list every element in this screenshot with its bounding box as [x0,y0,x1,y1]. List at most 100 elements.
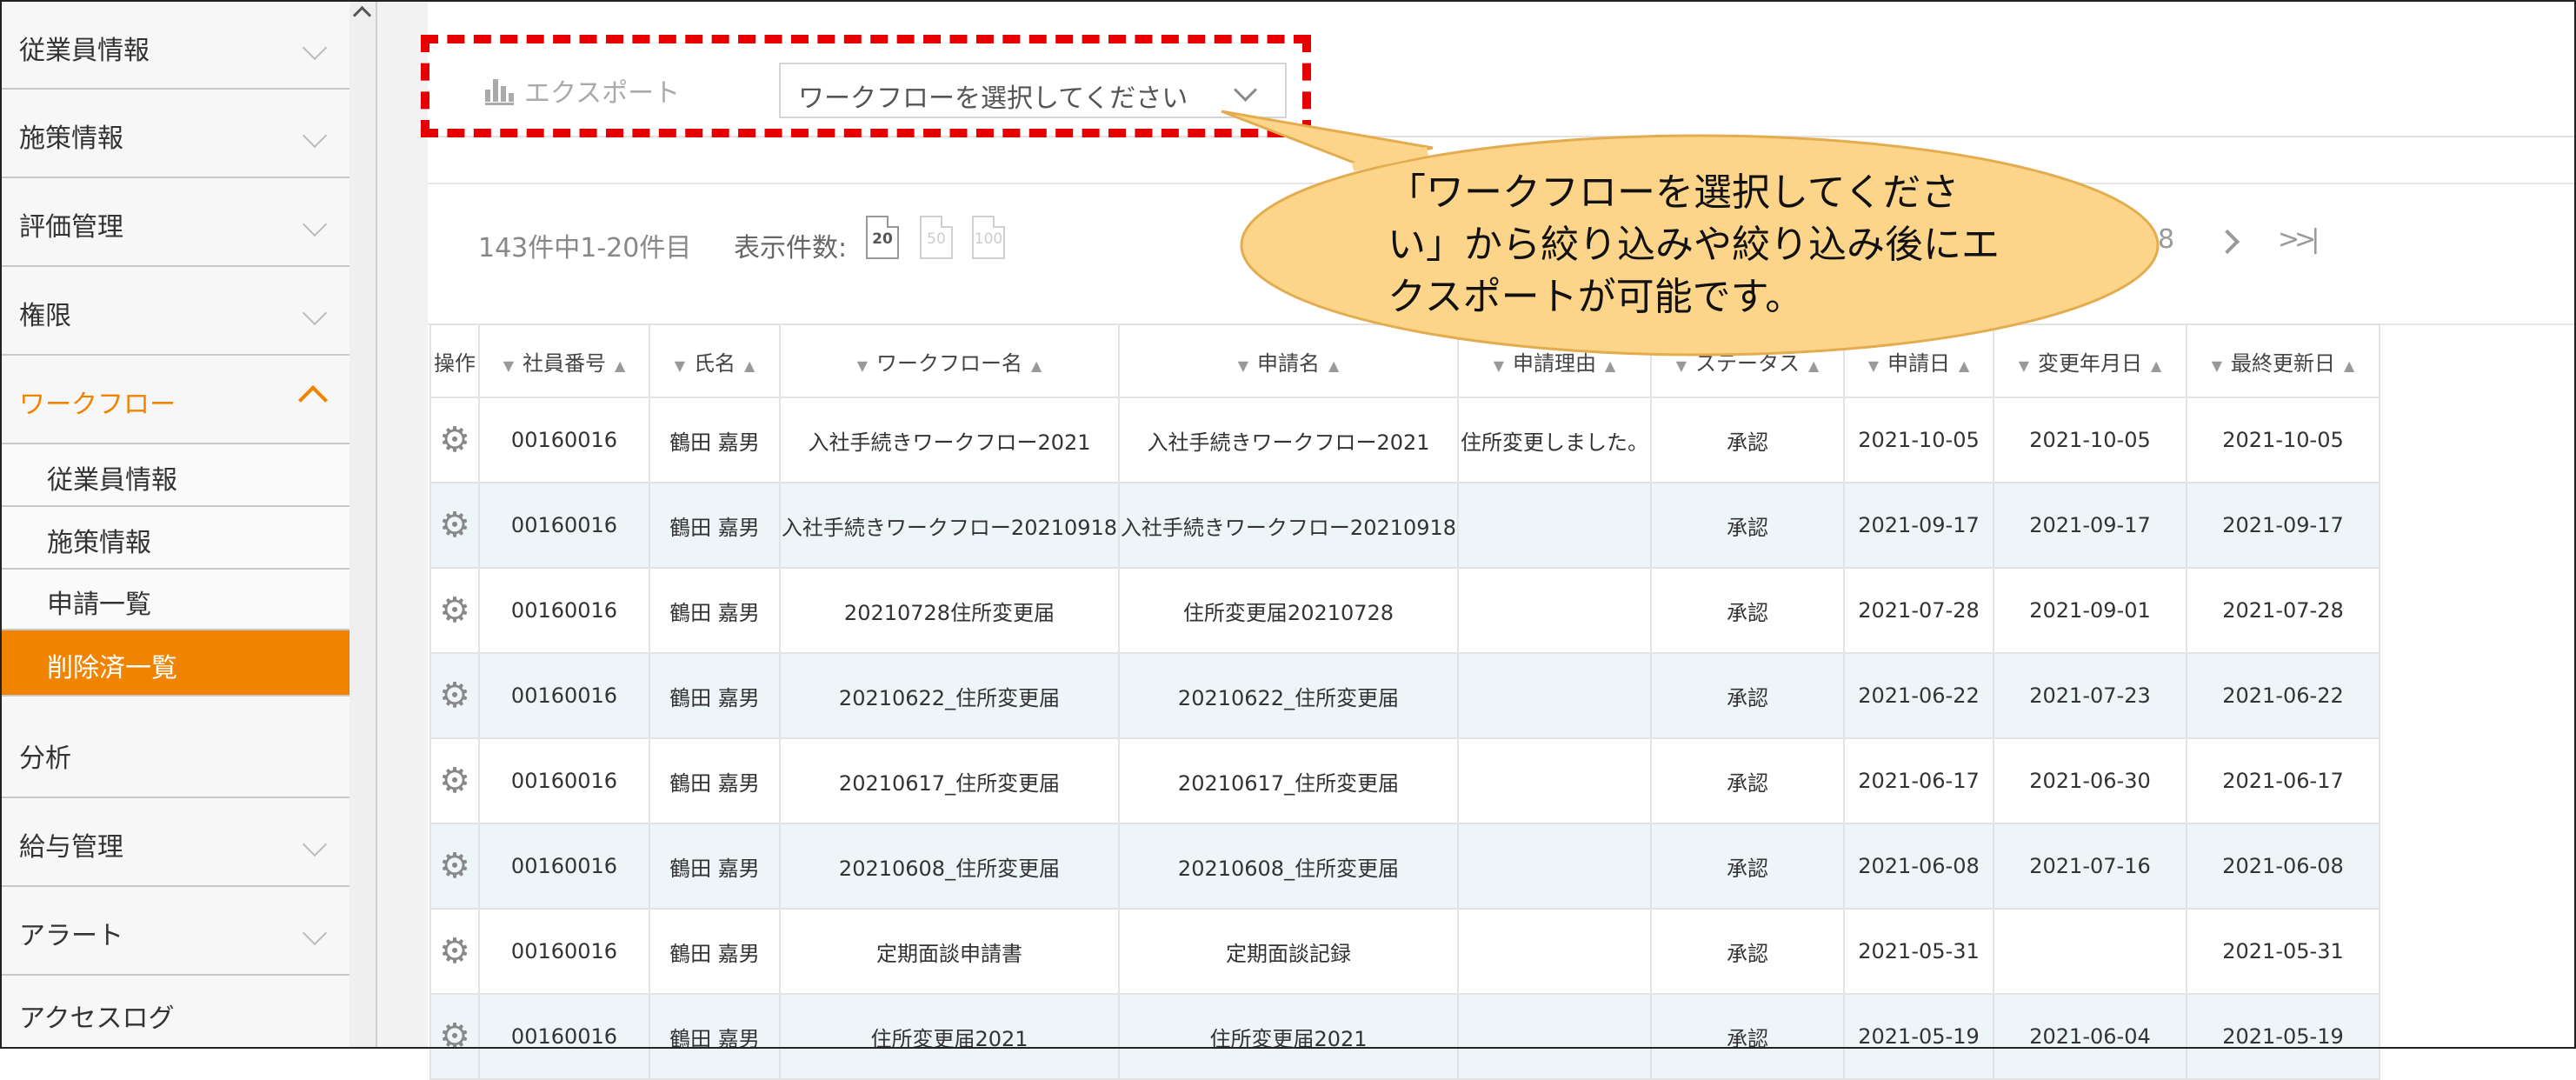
sidebar-item-4[interactable]: ワークフロー [2,356,349,444]
per-page-100-button[interactable]: 100 [972,216,1005,259]
table-row[interactable]: ⚙ 00160016 鶴田 嘉男 住所変更届2021 住所変更届2021 承認 2021-0… [429,993,2380,1080]
table-cell: ⚙ [429,482,480,569]
sidebar-item-0[interactable]: 従業員情報 [2,2,349,90]
sort-asc-icon[interactable]: ▲ [1328,357,1339,374]
sort-asc-icon[interactable]: ▲ [2151,357,2161,374]
gear-icon[interactable]: ⚙ [439,678,470,713]
sidebar-item-1[interactable]: 施策情報 [2,90,349,178]
table-cell: 住所変更届2021 [779,993,1120,1080]
gear-icon[interactable]: ⚙ [439,423,470,457]
column-header[interactable]: ▼ 最終更新日 ▲ [2186,323,2380,398]
table-cell: 鶴田 嘉男 [649,993,781,1080]
sort-desc-icon[interactable]: ▼ [675,357,685,374]
table-cell: 2021-05-19 [1843,993,1994,1080]
sidebar-subitem-2[interactable]: 申請一覧 [2,570,349,630]
table-cell: 承認 [1650,567,1845,654]
column-header[interactable]: ▼ ステータス ▲ [1650,323,1845,398]
callout-text: 「ワークフローを選択してください」から絞り込みや絞り込み後にエクスポートが可能で… [1388,170,2000,319]
sidebar-item-label: アクセスログ [19,1003,175,1034]
table-cell: ⚙ [429,823,480,910]
sidebar-item-7[interactable]: アラート [2,887,349,976]
per-page-20-button[interactable]: 20 [866,216,899,259]
sort-desc-icon[interactable]: ▼ [857,357,868,374]
table-cell: 00160016 [478,482,650,569]
table-cell: 2021-07-16 [1993,823,2187,910]
sort-desc-icon[interactable]: ▼ [2019,357,2029,374]
table-cell: 鶴田 嘉男 [649,652,781,739]
sidebar-subitem-3[interactable]: 削除済一覧 [2,630,349,697]
column-header[interactable]: ▼ 申請名 ▲ [1118,323,1459,398]
table-row[interactable]: ⚙ 00160016 鶴田 嘉男 定期面談申請書 定期面談記録 承認 2021-05-31 2… [429,908,2380,995]
sidebar-subitem-0[interactable]: 従業員情報 [2,444,349,507]
table-cell: 20210728住所変更届 [779,567,1120,654]
sort-desc-icon[interactable]: ▼ [1868,357,1879,374]
column-header-label: 操作 [434,350,476,376]
table-cell: 2021-05-19 [2186,993,2380,1080]
table-cell: 2021-06-30 [1993,737,2187,824]
sidebar-item-label: 給与管理 [19,832,123,863]
sort-asc-icon[interactable]: ▲ [1808,357,1819,374]
gear-icon[interactable]: ⚙ [439,593,470,628]
column-header[interactable]: ▼ ワークフロー名 ▲ [779,323,1120,398]
table-cell: 2021-09-01 [1993,567,2187,654]
column-header[interactable]: ▼ 社員番号 ▲ [478,323,650,398]
table-cell: 2021-06-22 [2186,652,2380,739]
sidebar-subitem-1[interactable]: 施策情報 [2,507,349,570]
sort-desc-icon[interactable]: ▼ [1676,357,1687,374]
sidebar-item-5[interactable]: 分析 [2,710,349,798]
sidebar-item-2[interactable]: 評価管理 [2,178,349,267]
table-cell [1457,908,1652,995]
column-header-label: 最終更新日 [2231,350,2335,376]
page-link[interactable]: 8 [2158,224,2174,255]
content-gutter [377,2,428,1047]
chevron-down-icon [302,35,328,60]
table-cell: 鶴田 嘉男 [649,823,781,910]
sort-desc-icon[interactable]: ▼ [2212,357,2222,374]
last-page-icon[interactable]: >>| [2278,224,2320,255]
chevron-down-icon [302,211,328,237]
sort-desc-icon[interactable]: ▼ [503,357,514,374]
sort-asc-icon[interactable]: ▲ [615,357,625,374]
column-header[interactable]: 操作 [429,323,480,398]
table-cell: 20210622_住所変更届 [1118,652,1459,739]
per-page-50-button[interactable]: 50 [920,216,953,259]
column-header[interactable]: ▼ 申請理由 ▲ [1457,323,1652,398]
sidebar-item-label: 施策情報 [19,123,123,154]
gear-icon[interactable]: ⚙ [439,763,470,798]
table-row[interactable]: ⚙ 00160016 鶴田 嘉男 20210622_住所変更届 20210622_住所変… [429,652,2380,739]
gear-icon[interactable]: ⚙ [439,508,470,543]
column-header[interactable]: ▼ 変更年月日 ▲ [1993,323,2187,398]
table-row[interactable]: ⚙ 00160016 鶴田 嘉男 入社手続きワークフロー20210918 入社手続きワー… [429,482,2380,569]
sidebar-item-8[interactable]: アクセスログ [2,976,349,1047]
table-cell: ⚙ [429,993,480,1080]
sidebar-item-6[interactable]: 給与管理 [2,798,349,887]
table-cell: 2021-07-28 [2186,567,2380,654]
sidebar-item-label: アラート [19,921,123,951]
sort-asc-icon[interactable]: ▲ [1031,357,1042,374]
sidebar-scrollbar[interactable] [349,2,377,1047]
table-row[interactable]: ⚙ 00160016 鶴田 嘉男 入社手続きワークフロー2021 入社手続きワークフロー… [429,397,2380,483]
sort-asc-icon[interactable]: ▲ [2344,357,2354,374]
sort-desc-icon[interactable]: ▼ [1238,357,1248,374]
table-cell: 鶴田 嘉男 [649,567,781,654]
table-cell: 承認 [1650,993,1845,1080]
sort-desc-icon[interactable]: ▼ [1494,357,1504,374]
gear-icon[interactable]: ⚙ [439,849,470,883]
chevron-down-icon [302,123,328,149]
gear-icon[interactable]: ⚙ [439,1019,470,1054]
table-cell: 2021-06-17 [2186,737,2380,824]
sidebar-item-3[interactable]: 権限 [2,267,349,356]
gear-icon[interactable]: ⚙ [439,934,470,969]
table-row[interactable]: ⚙ 00160016 鶴田 嘉男 20210617_住所変更届 20210617_住所変… [429,737,2380,824]
table-cell: 承認 [1650,823,1845,910]
table-row[interactable]: ⚙ 00160016 鶴田 嘉男 20210728住所変更届 住所変更届20210728… [429,567,2380,654]
sort-asc-icon[interactable]: ▲ [744,357,755,374]
column-header[interactable]: ▼ 氏名 ▲ [649,323,781,398]
sort-asc-icon[interactable]: ▲ [1605,357,1615,374]
table-cell: 2021-05-31 [2186,908,2380,995]
table-row[interactable]: ⚙ 00160016 鶴田 嘉男 20210608_住所変更届 20210608_住所変… [429,823,2380,910]
column-header-label: 申請名 [1257,350,1320,376]
sort-asc-icon[interactable]: ▲ [1959,357,1969,374]
column-header[interactable]: ▼ 申請日 ▲ [1843,323,1994,398]
next-page-icon[interactable] [2214,229,2240,255]
